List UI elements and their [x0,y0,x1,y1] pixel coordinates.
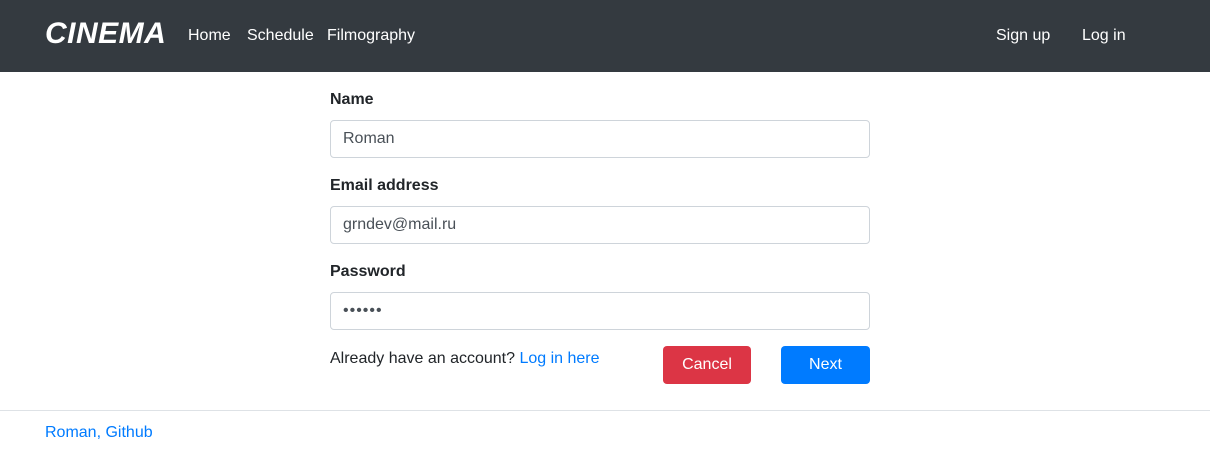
name-input[interactable] [330,120,870,158]
next-button[interactable]: Next [781,346,870,384]
name-label: Name [330,91,374,108]
cancel-button[interactable]: Cancel [663,346,751,384]
footer: Roman, Github [0,410,1210,472]
footer-github-link[interactable]: Roman, Github [45,423,153,443]
password-label: Password [330,263,406,280]
nav-link-home[interactable]: Home [188,26,231,46]
account-prompt-text: Already have an account? [330,350,516,367]
nav-link-filmography[interactable]: Filmography [327,26,415,46]
email-label: Email address [330,177,439,194]
password-input[interactable] [330,292,870,330]
brand-logo[interactable]: CINEMA [45,15,166,53]
nav-link-sign-up[interactable]: Sign up [996,26,1050,46]
login-here-link[interactable]: Log in here [519,350,599,367]
navbar: CINEMA Home Schedule Filmography Sign up… [0,0,1210,72]
nav-link-log-in[interactable]: Log in [1082,26,1126,46]
nav-link-schedule[interactable]: Schedule [247,26,314,46]
email-input[interactable] [330,206,870,244]
account-prompt: Already have an account? Log in here [330,349,600,369]
